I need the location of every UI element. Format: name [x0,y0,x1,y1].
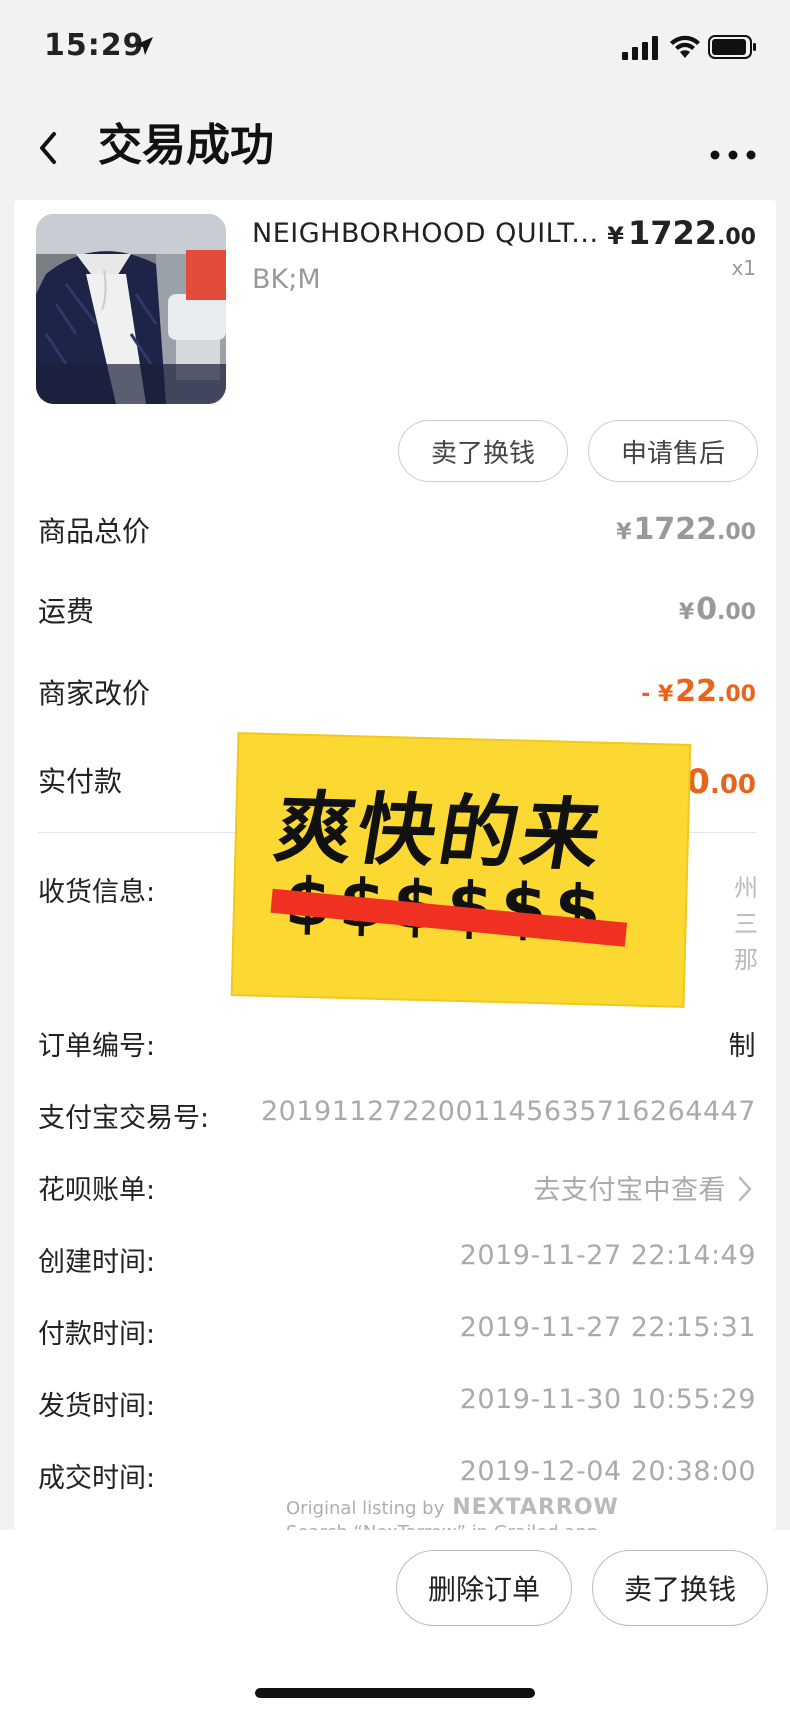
discount-label: 商家改价 [38,677,151,710]
price-row-shipping: 运费 ¥0.00 [38,590,756,640]
total-value: ¥1722.00 [616,512,756,547]
address-label: 收货信息: [38,877,156,908]
total-currency: ¥ [616,520,632,545]
chevron-left-icon[interactable] [30,122,70,174]
order-number-fragment: 制 [728,1031,756,1062]
product-image[interactable] [36,214,226,404]
shipping-value: ¥0.00 [679,592,756,627]
status-bar: 15:29 [0,0,790,96]
address-fragment: 州 [734,874,758,902]
product-name[interactable]: NEIGHBORHOOD QUILT... [252,218,642,249]
status-time: 15:29 [44,28,145,63]
signal-icon [622,36,658,60]
shiptime-label: 发货时间: [38,1391,156,1422]
shipping-int: 0 [696,592,718,627]
order-number-label: 订单编号: [38,1031,156,1062]
discount-int: 22 [675,674,718,709]
home-indicator[interactable] [255,1688,535,1698]
product-price: ¥1722.00 [607,214,756,252]
info-row-dealtime: 成交时间: 2019-12-04 20:38:00 [38,1456,756,1500]
pay-time: 2019-11-27 22:15:31 [459,1312,756,1343]
chevron-right-icon [738,1176,752,1202]
created-time: 2019-11-27 22:14:49 [459,1240,756,1271]
shipping-dec: .00 [717,600,756,625]
info-row-order-number: 订单编号: 制 [38,1024,756,1068]
address-fragment: 那 [734,946,758,974]
shipping-currency: ¥ [678,600,695,625]
huabei-label: 花呗账单: [38,1175,156,1206]
price-row-discount: 商家改价 - ¥22.00 [38,672,756,722]
ship-time: 2019-11-30 10:55:29 [459,1384,756,1415]
info-row-shiptime: 发货时间: 2019-11-30 10:55:29 [38,1384,756,1428]
paid-label: 实付款 [38,765,123,798]
product-quantity: x1 [731,256,756,280]
location-arrow-icon [135,37,153,55]
more-horizontal-icon[interactable] [706,122,760,174]
battery-icon [708,35,756,59]
bottom-action-bar: 删除订单 卖了换钱 [0,1530,790,1710]
watermark-line1: Original listing by [286,1498,445,1519]
deal-time: 2019-12-04 20:38:00 [459,1456,756,1487]
watermark-brand: NEXTARROW [452,1495,619,1520]
shipping-label: 运费 [38,595,95,628]
alipay-trade-number: 2019112722001145635716264447 [261,1096,756,1127]
discount-dec: .00 [717,682,756,707]
apply-aftersale-button[interactable]: 申请售后 [588,420,758,482]
paid-dec: .00 [709,770,756,800]
product-sku: BK;M [252,264,321,295]
product-price-int: 1722 [627,214,718,252]
price-row-total: 商品总价 ¥1722.00 [38,510,756,560]
huabei-link[interactable]: 去支付宝中查看 [534,1168,727,1207]
page-title: 交易成功 [98,120,274,171]
info-row-paytime: 付款时间: 2019-11-27 22:15:31 [38,1312,756,1356]
order-detail-page: 15:29 交易成功 NEIGHBORHOOD QUILT... BK;M ¥ … [0,0,790,1710]
delete-order-button[interactable]: 删除订单 [396,1550,572,1626]
product-price-dec: .00 [717,225,756,250]
total-dec: .00 [717,520,756,545]
promo-sticker: 爽快的来 $$$$$$ [232,734,690,1006]
total-label: 商品总价 [38,515,151,548]
dealtime-label: 成交时间: [38,1463,156,1494]
info-row-created: 创建时间: 2019-11-27 22:14:49 [38,1240,756,1284]
discount-currency: - ¥ [641,682,674,707]
address-fragment: 三 [734,910,758,938]
sell-for-cash-button[interactable]: 卖了换钱 [398,420,568,482]
wifi-icon [670,35,700,58]
sell-for-cash-bottom-button[interactable]: 卖了换钱 [592,1550,768,1626]
info-row-huabei[interactable]: 花呗账单: 去支付宝中查看 [38,1168,756,1212]
created-label: 创建时间: [38,1247,156,1278]
paytime-label: 付款时间: [38,1319,156,1350]
info-row-alipay: 支付宝交易号: 2019112722001145635716264447 [38,1096,756,1140]
alipay-trade-label: 支付宝交易号: [38,1103,210,1134]
discount-value: - ¥22.00 [641,674,756,709]
product-price-currency: ¥ [607,222,624,250]
total-int: 1722 [633,512,718,547]
nav-bar: 交易成功 [0,96,790,200]
